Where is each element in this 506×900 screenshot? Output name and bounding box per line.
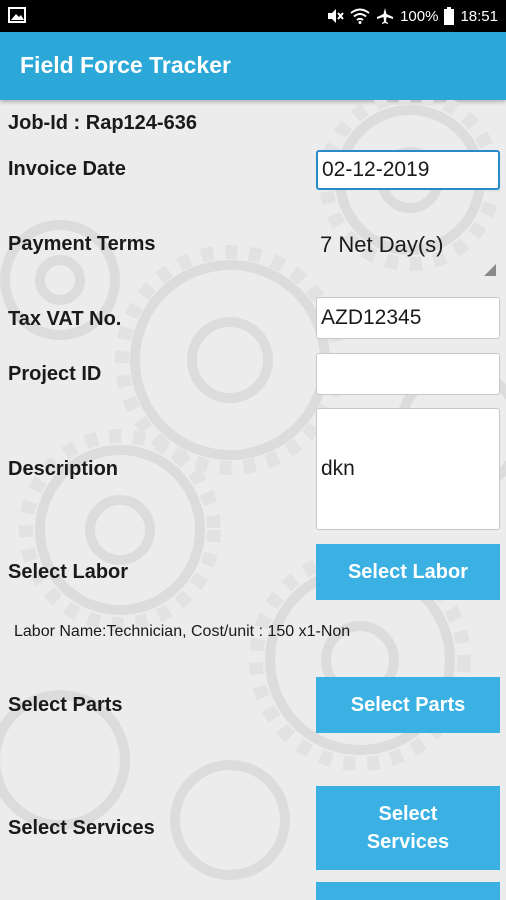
project-id-label: Project ID (8, 363, 102, 385)
payment-terms-dropdown[interactable]: 7 Net Day(s) (320, 230, 500, 276)
invoice-date-label: Invoice Date (8, 158, 126, 180)
airplane-icon (377, 8, 394, 24)
select-parts-button[interactable]: Select Parts (316, 677, 500, 733)
labor-info: Labor Name:Technician, Cost/unit : 150 x… (14, 623, 351, 640)
payment-terms-label: Payment Terms (8, 233, 156, 255)
battery-percent: 100% (400, 7, 439, 25)
app-title: Field Force Tracker (20, 52, 231, 78)
tax-vat-field[interactable]: AZD12345 (316, 297, 500, 339)
app-bar: Field Force Tracker (0, 32, 506, 100)
payment-terms-value: 7 Net Day(s) (320, 232, 444, 257)
description-label: Description (8, 458, 119, 480)
description-field[interactable]: dkn (316, 408, 500, 530)
select-services-button-line1: Select (378, 803, 438, 825)
battery-icon (444, 7, 455, 25)
job-id: Job-Id : Rap124-636 (8, 112, 197, 134)
project-id-field[interactable] (316, 353, 500, 395)
mute-icon (328, 9, 344, 23)
select-parts-label: Select Parts (8, 694, 123, 716)
invoice-form: Job-Id : Rap124-636 Invoice Date 02-12-2… (0, 100, 506, 900)
select-labor-label: Select Labor (8, 561, 129, 583)
select-services-button-line2: Services (366, 831, 450, 853)
gallery-icon (8, 7, 26, 23)
dropdown-arrow-icon (484, 264, 496, 276)
status-bar: 100% 18:51 (0, 0, 506, 32)
status-time: 18:51 (460, 7, 498, 25)
select-services-label: Select Services (8, 817, 155, 839)
select-services-button[interactable]: Select Services (316, 786, 500, 870)
select-labor-button[interactable]: Select Labor (316, 544, 500, 600)
tax-vat-label: Tax VAT No. (8, 308, 122, 330)
wifi-icon (350, 8, 370, 24)
next-button-partial[interactable] (316, 882, 500, 900)
invoice-date-field[interactable]: 02-12-2019 (316, 150, 500, 190)
